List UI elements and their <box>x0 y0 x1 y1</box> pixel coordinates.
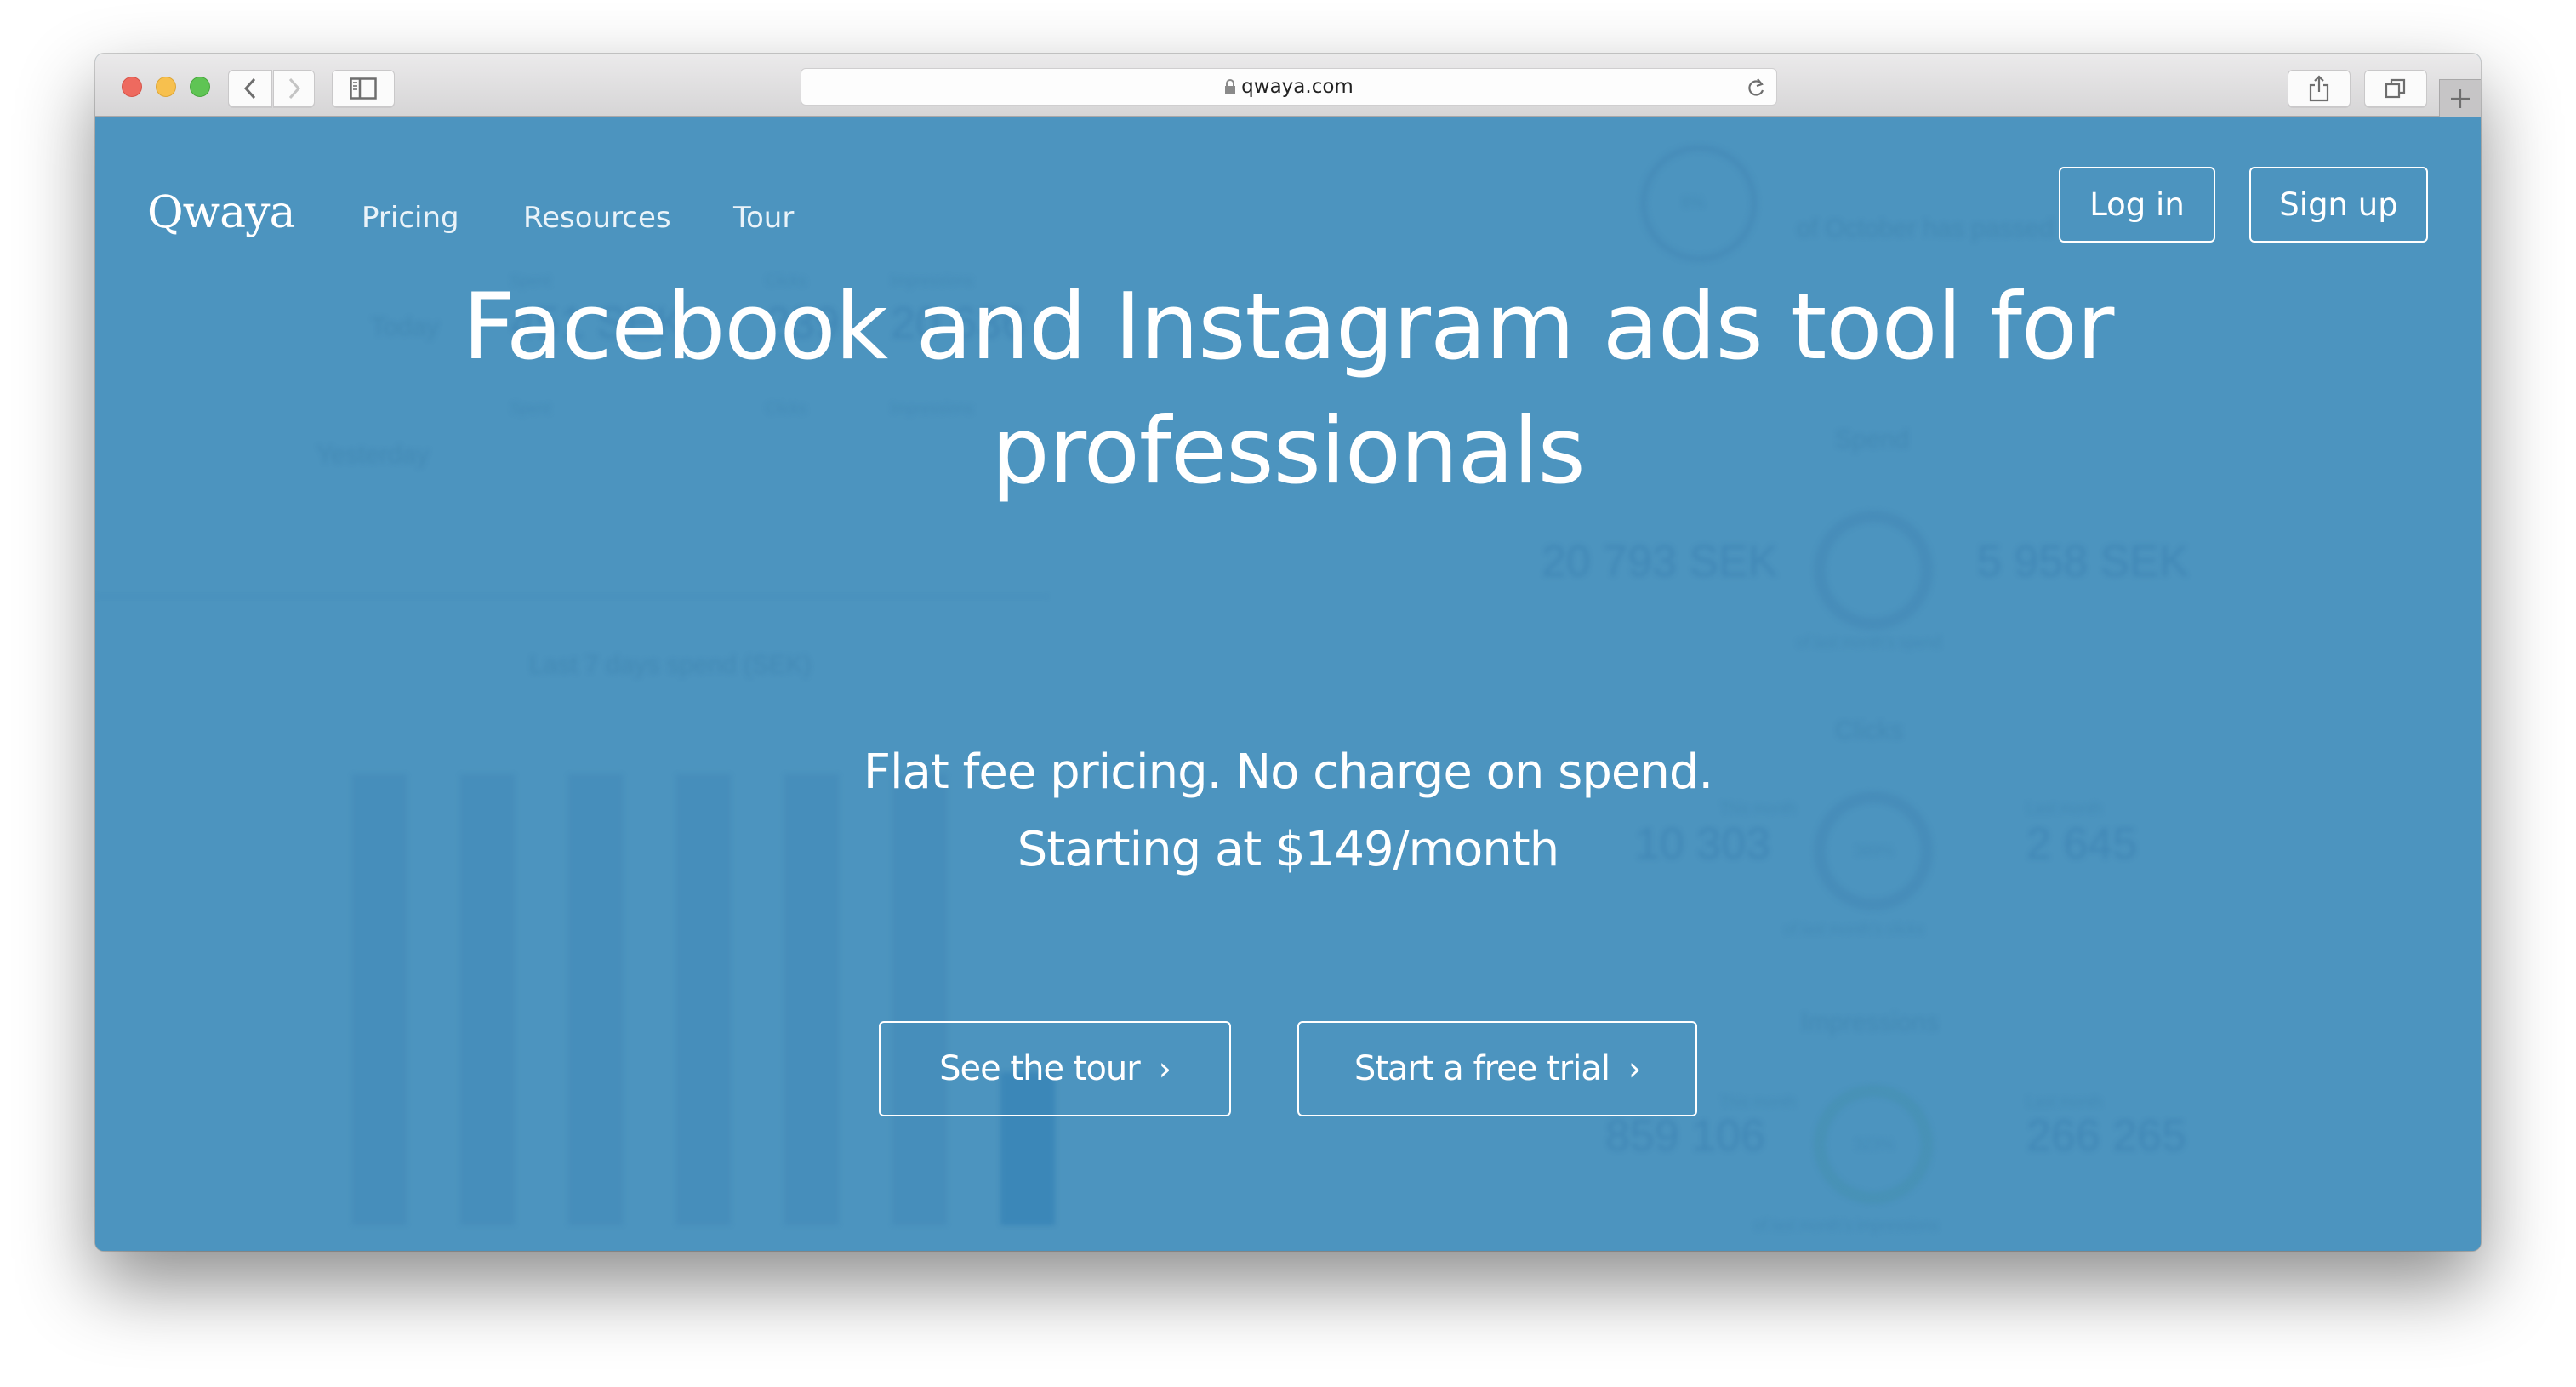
hero-subtitle-price: Starting at $149/month <box>1017 822 1559 877</box>
spend-this-month: 20 793 SEK <box>1542 537 1778 586</box>
nav-link-resources[interactable]: Resources <box>523 201 671 235</box>
zoom-window-button[interactable] <box>190 77 210 97</box>
month-progress-label: of October has passed <box>1797 214 2054 243</box>
browser-toolbar: qwaya.com <box>95 54 2481 117</box>
spend-donut <box>1814 511 1933 630</box>
clicks-last-month-label: Last month <box>2026 800 2103 817</box>
hero-title: Facebook and Instagram ads tool for prof… <box>95 265 2481 514</box>
new-tab-button[interactable] <box>2439 79 2481 117</box>
chevron-right-icon: › <box>1627 1050 1641 1087</box>
chart-title: Last 7 days spend (SEK) <box>529 651 812 679</box>
hero-title-line-2: professionals <box>991 398 1586 505</box>
tab-overview-button[interactable] <box>2364 70 2427 107</box>
dashboard-divider <box>95 596 1048 597</box>
start-free-trial-label: Start a free trial <box>1354 1049 1610 1088</box>
browser-window: qwaya.com 6% of October has passed Spent… <box>95 54 2481 1251</box>
impressions-this-month: 859 106 <box>1605 1111 1765 1161</box>
share-icon <box>2309 75 2329 102</box>
nav-link-pricing[interactable]: Pricing <box>362 201 459 235</box>
hero-subtitle-pricing: Flat fee pricing. No charge on spend. <box>863 745 1713 800</box>
impressions-title: Impressions <box>1801 1008 1939 1036</box>
hero-section: 6% of October has passed Spent Clicks Im… <box>95 119 2481 1251</box>
tabs-overview-icon <box>2385 78 2406 99</box>
start-free-trial-button[interactable]: Start a free trial › <box>1297 1021 1697 1116</box>
reload-button[interactable] <box>1744 76 1768 100</box>
share-button[interactable] <box>2288 70 2351 107</box>
close-window-button[interactable] <box>122 77 142 97</box>
clicks-caption: of last month's clicks <box>1784 921 1924 938</box>
sidebar-icon <box>350 77 377 100</box>
impressions-this-month-label: This month <box>1720 1093 1797 1110</box>
lock-icon <box>1225 79 1236 94</box>
impressions-caption: of last month's impressions <box>1754 1217 1939 1234</box>
url-text: qwaya.com <box>1241 76 1354 98</box>
plus-icon <box>2451 89 2470 108</box>
impressions-percent: 323% <box>1855 1136 1895 1153</box>
see-tour-button[interactable]: See the tour › <box>879 1021 1231 1116</box>
login-button[interactable]: Log in <box>2059 167 2215 243</box>
clicks-this-month-label: This month <box>1720 800 1797 817</box>
chevron-right-icon <box>288 77 300 100</box>
address-bar[interactable]: qwaya.com <box>801 68 1777 106</box>
qwaya-logo[interactable]: Qwaya <box>147 187 296 238</box>
sidebar-toggle-button[interactable] <box>332 70 395 107</box>
spend-caption: of last month's spend <box>1797 634 1941 651</box>
signup-button[interactable]: Sign up <box>2249 167 2428 243</box>
back-button[interactable] <box>228 70 272 107</box>
nav-link-tour[interactable]: Tour <box>733 201 794 235</box>
chevron-left-icon <box>243 77 256 100</box>
impressions-last-month-label: Last month <box>2026 1093 2103 1110</box>
reload-icon <box>1748 78 1764 96</box>
impressions-last-month: 266 265 <box>2026 1111 2186 1161</box>
clicks-title: Clicks <box>1835 716 1903 745</box>
minimize-window-button[interactable] <box>156 77 176 97</box>
month-progress-percent: 6% <box>1682 194 1705 211</box>
chevron-right-icon: › <box>1158 1050 1171 1087</box>
hero-title-line-1: Facebook and Instagram ads tool for <box>462 274 2115 380</box>
spend-last-month: 5 958 SEK <box>1977 537 2189 586</box>
see-tour-label: See the tour <box>939 1049 1141 1088</box>
forward-button[interactable] <box>273 70 315 107</box>
